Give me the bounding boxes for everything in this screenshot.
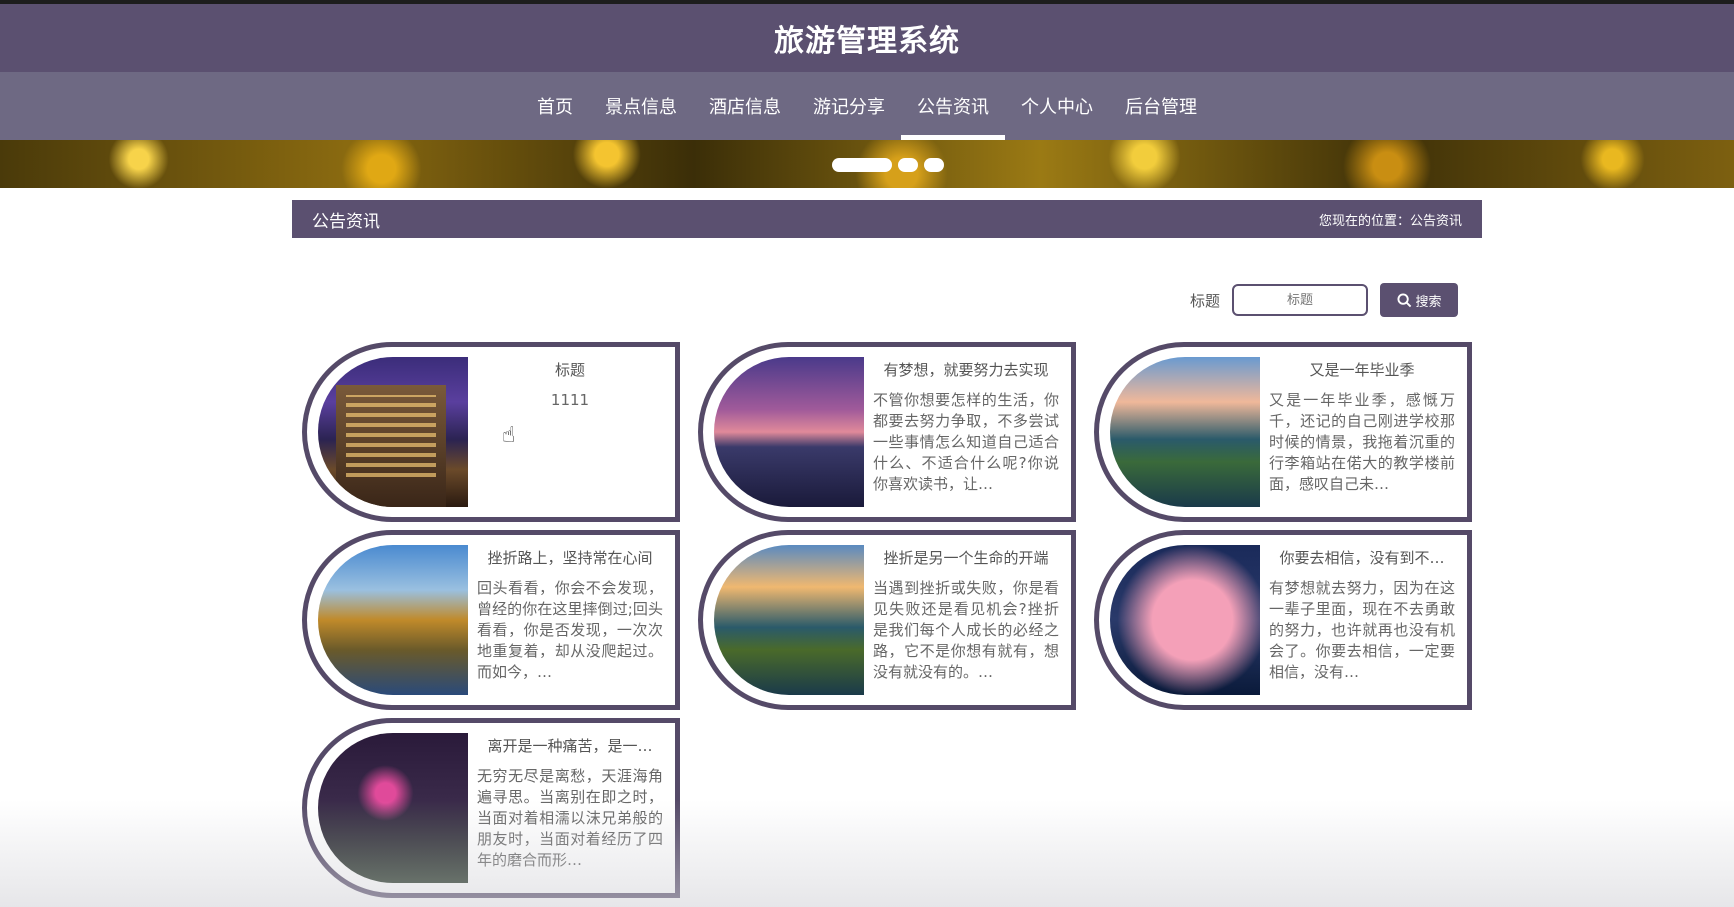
news-card-image bbox=[318, 545, 468, 695]
news-card-title: 挫折是另一个生命的开端 bbox=[883, 549, 1049, 567]
nav-item-announcements[interactable]: 公告资讯 bbox=[901, 72, 1005, 140]
news-card[interactable]: 挫折路上，坚持常在心间 回头看看，你会不会发现，曾经的你在这里摔倒过;回头看看，… bbox=[302, 530, 680, 710]
news-card-content: 不管你想要怎样的生活，你都要去努力争取，不多尝试一些事情怎么知道自己适合什么、不… bbox=[873, 391, 1059, 493]
news-card-image bbox=[714, 545, 864, 695]
news-card-image bbox=[1110, 357, 1260, 507]
news-card[interactable]: 离开是一种痛苦，是一… 无穷无尽是离愁，天涯海角遍寻思。当离别在即之时，当面对着… bbox=[302, 718, 680, 898]
search-input[interactable] bbox=[1232, 284, 1369, 316]
nav-item-profile[interactable]: 个人中心 bbox=[1005, 72, 1109, 140]
news-card-content: 有梦想就去努力，因为在这一辈子里面，现在不去勇敢的努力，也许就再也没有机会了。你… bbox=[1269, 579, 1455, 681]
carousel-indicators bbox=[832, 158, 944, 172]
carousel-dot-3[interactable] bbox=[924, 158, 944, 172]
news-card-image bbox=[1110, 545, 1260, 695]
carousel-dot-1[interactable] bbox=[832, 158, 892, 172]
news-card-content: 回头看看，你会不会发现，曾经的你在这里摔倒过;回头看看，你是否发现，一次次地重复… bbox=[477, 579, 663, 681]
breadcrumb: 您现在的位置：公告资讯 bbox=[1318, 213, 1462, 229]
nav-item-home[interactable]: 首页 bbox=[521, 72, 589, 140]
news-card[interactable]: 你要去相信，没有到不… 有梦想就去努力，因为在这一辈子里面，现在不去勇敢的努力，… bbox=[1094, 530, 1472, 710]
nav-item-hotels[interactable]: 酒店信息 bbox=[693, 72, 797, 140]
news-card-title: 有梦想，就要努力去实现 bbox=[883, 361, 1049, 379]
news-card[interactable]: 标题 1111 bbox=[302, 342, 680, 522]
news-card-content: 又是一年毕业季，感慨万千，还记的自己刚进学校那时候的情景，我拖着沉重的行李箱站在… bbox=[1269, 391, 1455, 493]
news-card-content: 当遇到挫折或失败，你是看见失败还是看见机会?挫折是我们每个人成长的必经之路，它不… bbox=[873, 579, 1059, 681]
news-card-title: 你要去相信，没有到不… bbox=[1279, 549, 1445, 567]
hand-cursor-icon: ☝ bbox=[502, 423, 516, 448]
news-card[interactable]: 有梦想，就要努力去实现 不管你想要怎样的生活，你都要去努力争取，不多尝试一些事情… bbox=[698, 342, 1076, 522]
news-card-title: 又是一年毕业季 bbox=[1309, 361, 1415, 379]
search-icon bbox=[1396, 292, 1411, 307]
section-header: 公告资讯 您现在的位置：公告资讯 bbox=[292, 200, 1482, 238]
search-label: 标题 bbox=[1190, 291, 1221, 310]
search-button[interactable]: 搜索 bbox=[1380, 283, 1459, 317]
main-nav: 首页 景点信息 酒店信息 游记分享 公告资讯 个人中心 后台管理 bbox=[0, 72, 1734, 140]
news-card-title: 离开是一种痛苦，是一… bbox=[487, 737, 653, 755]
header-bar: 旅游管理系统 bbox=[0, 0, 1734, 72]
carousel-dot-2[interactable] bbox=[898, 158, 918, 172]
nav-item-travel-notes[interactable]: 游记分享 bbox=[797, 72, 901, 140]
news-card-image bbox=[714, 357, 864, 507]
bottom-fade-overlay bbox=[0, 800, 1734, 907]
news-card-title: 挫折路上，坚持常在心间 bbox=[487, 549, 653, 567]
news-card-image bbox=[318, 357, 468, 507]
nav-item-attractions[interactable]: 景点信息 bbox=[589, 72, 693, 140]
news-card[interactable]: 又是一年毕业季 又是一年毕业季，感慨万千，还记的自己刚进学校那时候的情景，我拖着… bbox=[1094, 342, 1472, 522]
news-card-title: 标题 bbox=[554, 361, 585, 379]
news-card-content: 无穷无尽是离愁，天涯海角遍寻思。当离别在即之时，当面对着相濡以沫兄弟般的朋友时，… bbox=[477, 767, 663, 869]
nav-item-admin[interactable]: 后台管理 bbox=[1109, 72, 1213, 140]
section-title: 公告资讯 bbox=[312, 211, 380, 232]
news-card[interactable]: 挫折是另一个生命的开端 当遇到挫折或失败，你是看见失败还是看见机会?挫折是我们每… bbox=[698, 530, 1076, 710]
search-bar: 标题 搜索 bbox=[1190, 283, 1459, 317]
search-button-label: 搜索 bbox=[1415, 294, 1442, 310]
site-title: 旅游管理系统 bbox=[774, 24, 960, 59]
news-card-image bbox=[318, 733, 468, 883]
